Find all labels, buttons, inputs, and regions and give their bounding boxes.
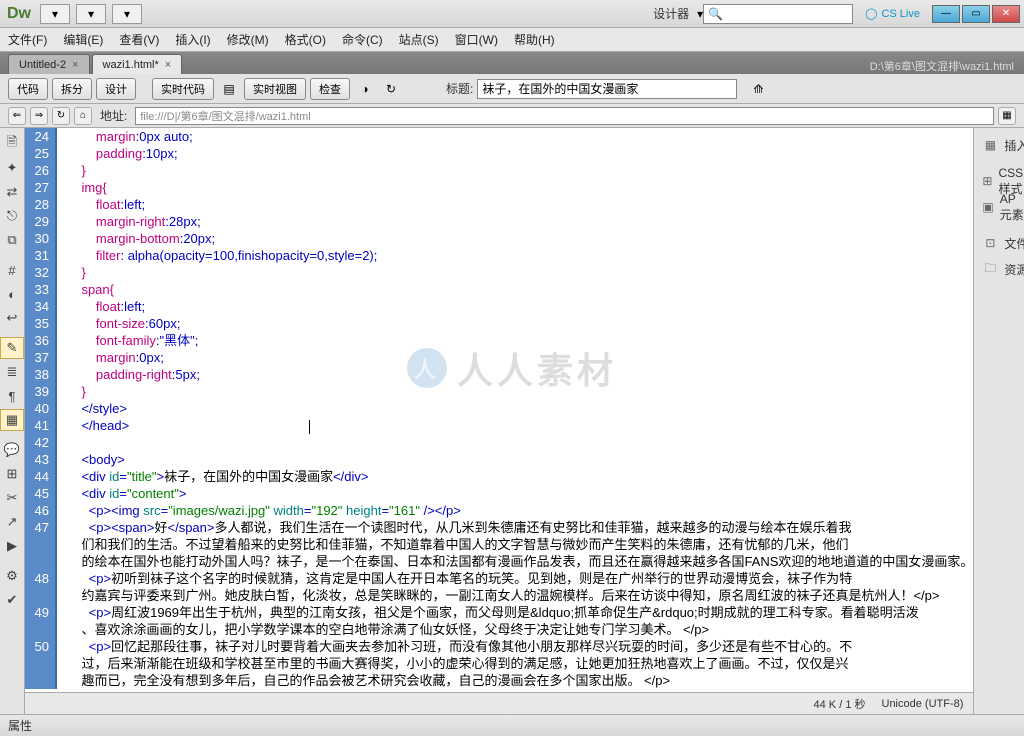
code-hint-icon[interactable]: ▦ [0,409,24,431]
tab-wazi1[interactable]: wazi1.html* × [92,54,183,74]
search-input[interactable]: 🔍 [703,4,853,24]
file-path: D:\第6章\图文混排\wazi1.html [860,58,1024,74]
panel-files[interactable]: ⊡文件 [974,230,1024,256]
extension-dropdown[interactable]: ▾ [76,4,106,24]
files-icon: ⊡ [982,235,998,251]
file-size: 44 K / 1 秒 [814,696,866,712]
collapse-icon[interactable]: ✦ [0,157,24,179]
close-icon[interactable]: × [72,59,78,71]
ap-icon: ▣ [982,199,993,215]
search-icon: 🔍 [708,7,723,21]
document-tabbar: Untitled-2 × wazi1.html* × D:\第6章\图文混排\w… [0,52,1024,74]
properties-panel[interactable]: 属性 [0,714,1024,736]
validate-icon[interactable]: ✔ [0,589,24,611]
code-editor[interactable]: 24 margin:0px auto;25 padding:10px;26 }2… [25,128,973,714]
browser-icon[interactable]: ↻ [380,78,402,100]
multiscreen-icon[interactable]: ◑ [354,78,376,100]
insert-icon: ▦ [982,137,998,153]
panel-insert[interactable]: ▦插入 [974,132,1024,158]
back-button[interactable]: ⇐ [8,107,26,125]
titlebar: Dw ▾ ▾ ▾ 设计器 ▾ 🔍 ◯CS Live — ▭ ✕ [0,0,1024,28]
panel-ap[interactable]: ▣AP 元素 [974,194,1024,220]
line-numbers-icon[interactable]: # [0,259,24,281]
maximize-button[interactable]: ▭ [962,5,990,23]
refresh-button[interactable]: ↻ [52,107,70,125]
auto-indent-icon[interactable]: ≣ [0,361,24,383]
expand-icon[interactable]: ⇄ [0,181,24,203]
design-view-button[interactable]: 设计 [96,78,136,100]
syntax-color-icon[interactable]: ✎ [0,337,24,359]
split-view-button[interactable]: 拆分 [52,78,92,100]
menubar: 文件(F) 编辑(E) 查看(V) 插入(I) 修改(M) 格式(O) 命令(C… [0,28,1024,52]
encoding: Unicode (UTF-8) [882,698,964,710]
comment-icon[interactable]: 💬 [0,439,24,461]
layout-dropdown[interactable]: ▾ [40,4,70,24]
recent-snippets-icon[interactable]: ✂ [0,487,24,509]
cslive-icon: ◯ [865,7,877,20]
document-toolbar: 代码 拆分 设计 实时代码 ▤ 实时视图 检查 ◑ ↻ 标题: ⟰ [0,74,1024,104]
properties-label: 属性 [8,717,32,734]
title-input[interactable] [477,79,737,99]
address-input[interactable] [135,107,994,125]
parent-tag-icon[interactable]: ⎋ [0,205,24,227]
hidden-chars-icon[interactable]: ¶ [0,385,24,407]
app-logo: Dw [4,5,34,23]
menu-format[interactable]: 格式(O) [285,31,326,48]
menu-commands[interactable]: 命令(C) [342,31,383,48]
workspace-dropdown[interactable]: ▾ [112,4,142,24]
right-panel: ▦插入 ⊞CSS样式 ▣AP 元素 ⊡文件 🗀资源 [973,128,1024,714]
format-icon[interactable]: ⚙ [0,565,24,587]
wrap-tag-icon[interactable]: ⊞ [0,463,24,485]
file-mgmt-icon[interactable]: ⟰ [747,78,769,100]
live-code-nav-icon[interactable]: ▤ [218,78,240,100]
panel-css[interactable]: ⊞CSS样式 [974,168,1024,194]
open-docs-icon[interactable]: 🗎 [0,133,24,155]
close-icon[interactable]: × [165,59,171,71]
forward-button[interactable]: ⇒ [30,107,48,125]
menu-view[interactable]: 查看(V) [119,31,159,48]
move-css-icon[interactable]: ↗ [0,511,24,533]
tab-label: wazi1.html* [103,59,159,71]
code-view-button[interactable]: 代码 [8,78,48,100]
menu-edit[interactable]: 编辑(E) [63,31,103,48]
css-icon: ⊞ [982,173,992,189]
address-label: 地址: [100,107,127,124]
close-button[interactable]: ✕ [992,5,1020,23]
tab-untitled[interactable]: Untitled-2 × [8,54,90,74]
panel-assets[interactable]: 🗀资源 [974,256,1024,282]
status-bar: 44 K / 1 秒 Unicode (UTF-8) [25,692,973,714]
home-button[interactable]: ⌂ [74,107,92,125]
coding-toolbar: 🗎 ✦ ⇄ ⎋ ⧉ # ◐ ↩ ✎ ≣ ¶ ▦ 💬 ⊞ ✂ ↗ ▶ ⚙ ✔ [0,128,25,714]
live-code-button[interactable]: 实时代码 [152,78,214,100]
menu-help[interactable]: 帮助(H) [514,31,555,48]
address-go-button[interactable]: ▦ [998,107,1016,125]
title-label: 标题: [446,80,473,97]
menu-file[interactable]: 文件(F) [8,31,47,48]
tab-label: Untitled-2 [19,59,66,71]
menu-site[interactable]: 站点(S) [399,31,439,48]
minimize-button[interactable]: — [932,5,960,23]
assets-icon: 🗀 [982,261,998,277]
inspect-button[interactable]: 检查 [310,78,350,100]
address-bar: ⇐ ⇒ ↻ ⌂ 地址: ▦ [0,104,1024,128]
word-wrap-icon[interactable]: ↩ [0,307,24,329]
cslive-button[interactable]: ◯CS Live [865,7,920,20]
menu-insert[interactable]: 插入(I) [175,31,210,48]
menu-window[interactable]: 窗口(W) [455,31,498,48]
live-view-button[interactable]: 实时视图 [244,78,306,100]
designer-label[interactable]: 设计器 [653,5,689,22]
balance-braces-icon[interactable]: ⧉ [0,229,24,251]
menu-modify[interactable]: 修改(M) [227,31,269,48]
indent-icon[interactable]: ▶ [0,535,24,557]
highlight-icon[interactable]: ◐ [0,283,24,305]
